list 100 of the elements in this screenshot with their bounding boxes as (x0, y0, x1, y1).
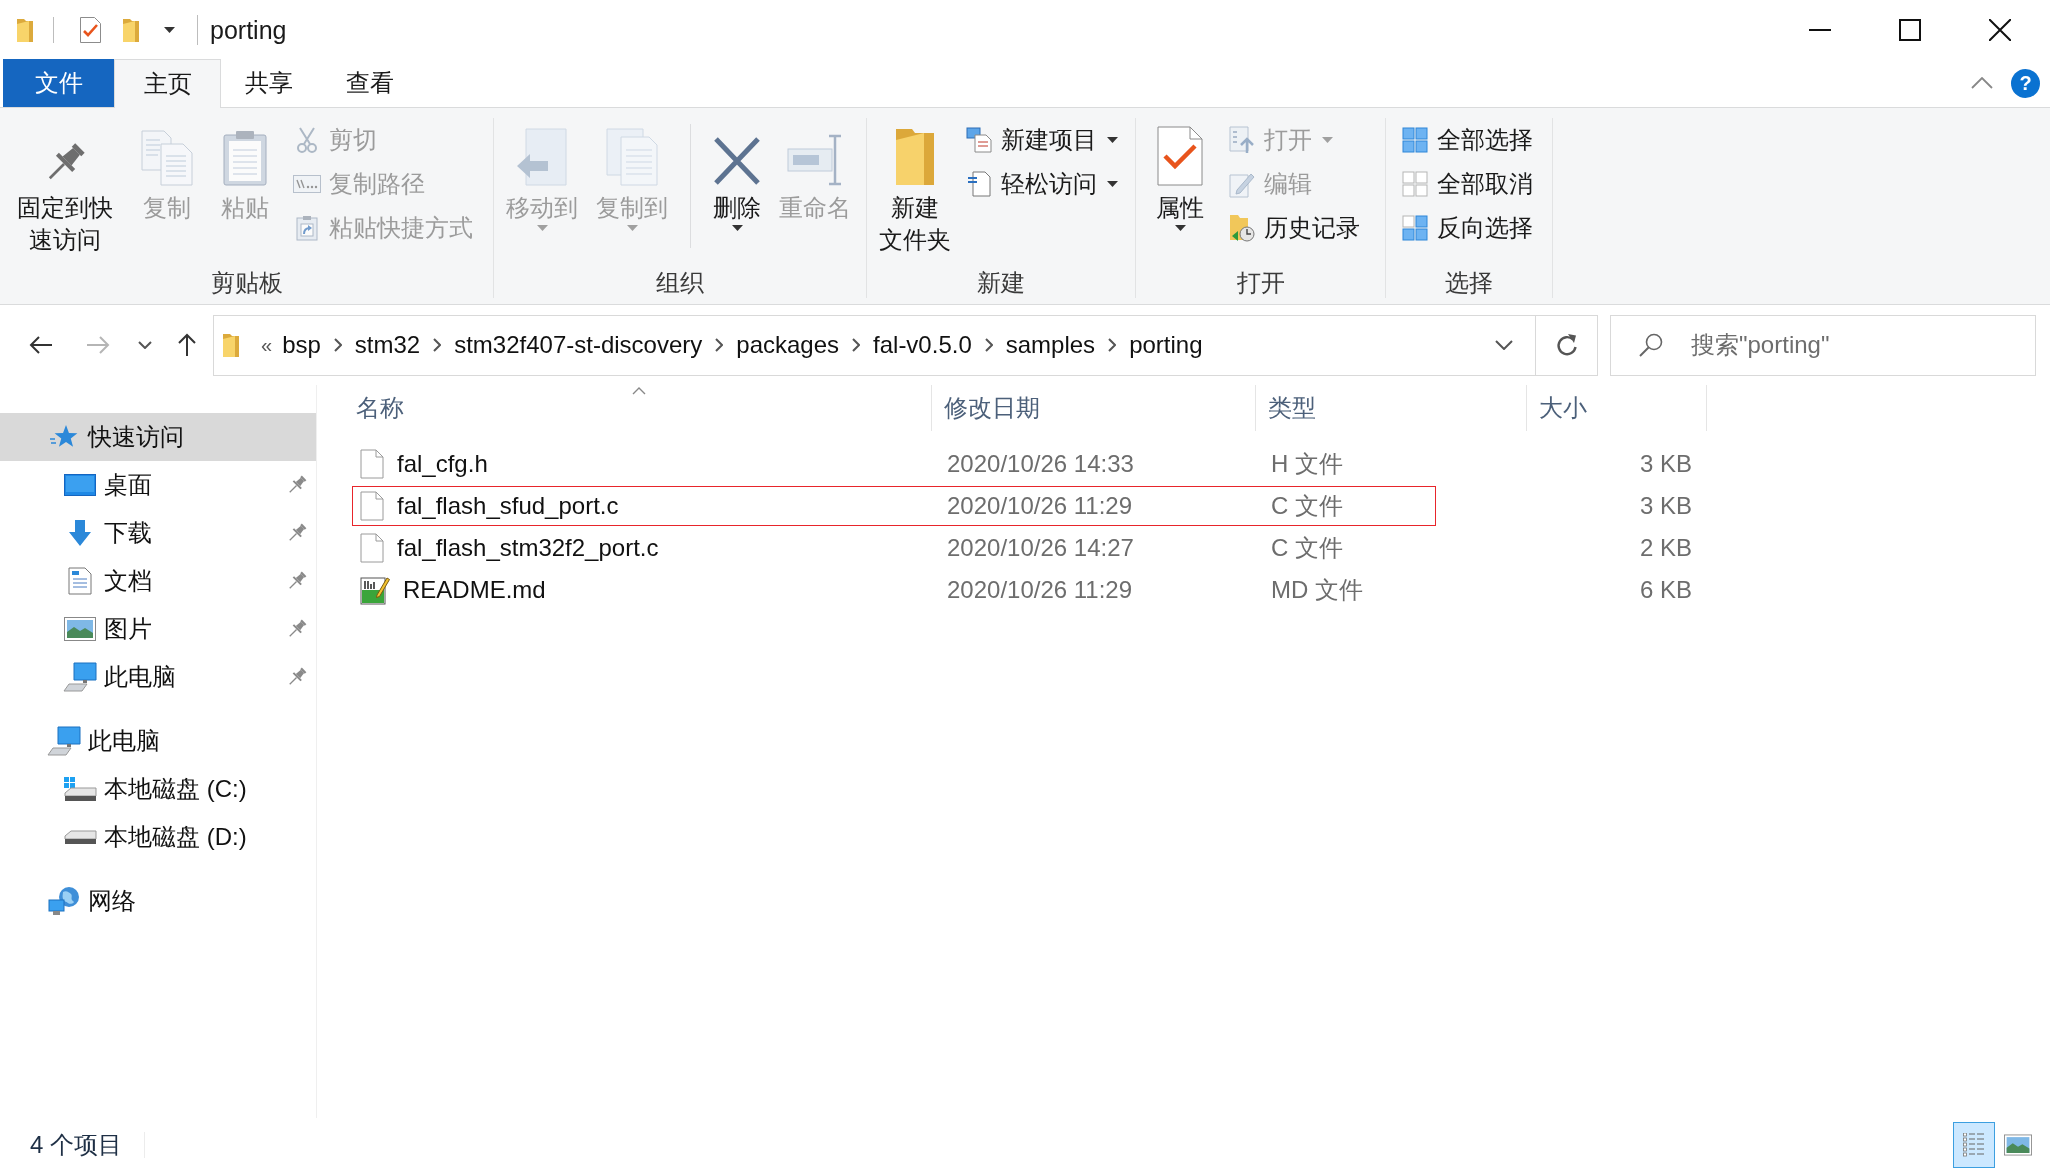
breadcrumb-item[interactable]: packages (736, 327, 840, 363)
folder-icon (17, 17, 33, 42)
chevron-down-icon[interactable] (1495, 340, 1513, 350)
type-text: MD 文件 (1271, 576, 1363, 603)
up-arrow-icon[interactable] (177, 333, 197, 357)
chevron-down-icon[interactable] (138, 341, 152, 349)
path-icon (293, 175, 321, 193)
column-header[interactable]: 类型 (1256, 385, 1527, 431)
chevron-right-icon[interactable] (852, 338, 861, 352)
chevron-up-icon[interactable] (1971, 77, 1993, 89)
grid-filled-icon (1402, 127, 1428, 153)
ribbon-tab[interactable]: 文件 (3, 59, 114, 107)
maximize-icon[interactable] (1899, 18, 1921, 41)
breadcrumb-item[interactable]: fal-v0.5.0 (873, 327, 972, 363)
type-text: H 文件 (1271, 450, 1343, 477)
chevron-right-icon[interactable] (333, 338, 342, 352)
back-icon[interactable] (29, 335, 53, 355)
search-icon (1639, 332, 1663, 357)
ribbon-button[interactable]: 固定到快速访问 (13, 118, 117, 256)
ribbon-button[interactable]: 反向选择 (1401, 206, 1533, 250)
document-icon (360, 491, 384, 521)
date-text: 2020/10/26 11:29 (947, 576, 1133, 603)
details-view-button[interactable] (1953, 1121, 1995, 1168)
ribbon-button[interactable]: 轻松访问 (965, 162, 1118, 206)
close-icon[interactable] (1989, 18, 2011, 41)
group-label: 新建 (977, 268, 1025, 298)
column-header[interactable]: 名称 (346, 385, 932, 431)
grid-partial-icon (1402, 215, 1428, 241)
ribbon-button[interactable]: 全部取消 (1401, 162, 1533, 206)
ribbon-button[interactable]: 全部选择 (1401, 118, 1533, 162)
breadcrumb-item[interactable]: samples (1005, 327, 1096, 363)
chevron-right-icon[interactable] (984, 338, 993, 352)
checked-document-icon[interactable] (80, 16, 101, 43)
computer-icon (63, 662, 97, 692)
nav-item[interactable]: 桌面 (0, 461, 316, 509)
file-name[interactable]: fal_flash_stm32f2_port.c (397, 530, 659, 566)
globe-computer-icon (48, 886, 80, 916)
breadcrumb-item[interactable]: stm32 (354, 327, 421, 363)
date-text: 2020/10/26 14:27 (947, 534, 1134, 561)
document-arrow-up-icon (1229, 126, 1255, 154)
breadcrumb-item[interactable]: stm32f407-st-discovery (454, 327, 703, 363)
nav-item[interactable]: 图片 (0, 605, 316, 653)
list-icon (1963, 1132, 1985, 1157)
grid-empty-icon (1402, 171, 1428, 197)
nav-item[interactable]: 本地磁盘 (C:) (0, 765, 316, 813)
chevron-right-icon[interactable] (1108, 338, 1117, 352)
date-text: 2020/10/26 14:33 (947, 450, 1134, 477)
computer-icon (47, 726, 81, 756)
breadcrumb-item[interactable]: porting (1129, 327, 1203, 363)
nav-item[interactable]: 文档 (0, 557, 316, 605)
ribbon-button[interactable]: 历史记录 (1228, 206, 1360, 250)
size-text: 2 KB (1639, 534, 1692, 561)
chevron-right-icon[interactable] (433, 338, 442, 352)
document-icon (68, 567, 92, 595)
ribbon-button[interactable]: 新建项目 (965, 118, 1118, 162)
caret-icon[interactable] (164, 26, 175, 33)
column-header[interactable]: 大小 (1527, 385, 1707, 431)
ribbon-tab[interactable]: 共享 (221, 59, 317, 107)
nav-item[interactable]: 此电脑 (0, 717, 316, 765)
ribbon-button[interactable]: 删除 (709, 118, 765, 231)
minimize-icon[interactable] (1809, 28, 1831, 31)
ribbon-button[interactable]: 新建文件夹 (875, 118, 955, 256)
address-bar[interactable]: « bsp stm32 stm32f407-st-discovery packages fal-v0.5.0 samples porting (213, 314, 1536, 376)
breadcrumb-overflow-button[interactable]: « (261, 330, 273, 360)
document-icon (360, 449, 384, 479)
nav-item[interactable]: 此电脑 (0, 653, 316, 701)
nav-item[interactable]: 本地磁盘 (D:) (0, 813, 316, 861)
ribbon-button[interactable]: 属性 (1152, 118, 1208, 231)
nav-item[interactable]: 下载 (0, 509, 316, 557)
file-name[interactable]: fal_cfg.h (397, 446, 488, 482)
search-field[interactable]: 搜索"porting" (1610, 314, 2036, 376)
nav-item[interactable]: 网络 (0, 877, 316, 925)
size-text: 3 KB (1639, 492, 1692, 519)
column-header[interactable]: 修改日期 (932, 385, 1256, 431)
type-text: C 文件 (1271, 492, 1343, 519)
size-text: 3 KB (1639, 450, 1692, 477)
picture-icon (2004, 1133, 2032, 1156)
new-item-icon (966, 127, 992, 153)
file-name[interactable]: fal_flash_sfud_port.c (397, 488, 619, 524)
notepad-icon (360, 575, 390, 605)
file-name[interactable]: README.md (403, 572, 546, 608)
size-text: 6 KB (1639, 576, 1692, 603)
desktop-icon (64, 474, 96, 496)
picture-icon (64, 617, 96, 641)
help-button[interactable]: ? (2011, 68, 2040, 98)
item-count: 4 个项目 (29, 1129, 122, 1160)
ribbon-tab[interactable]: 主页 (114, 59, 221, 108)
document-icon (360, 533, 384, 563)
breadcrumb-item[interactable]: bsp (282, 327, 321, 363)
download-arrow-icon (68, 519, 92, 547)
nav-item[interactable]: 快速访问 (0, 413, 316, 461)
refresh-button[interactable] (1536, 314, 1598, 376)
window-title: porting (210, 14, 287, 46)
cross-icon (713, 136, 761, 186)
ribbon-tab[interactable]: 查看 (317, 59, 422, 107)
chevron-right-icon[interactable] (715, 338, 724, 352)
group-label: 打开 (1236, 268, 1285, 298)
sort-caret-icon (631, 387, 646, 395)
date-text: 2020/10/26 11:29 (947, 492, 1133, 519)
checked-document-icon (1157, 126, 1203, 186)
